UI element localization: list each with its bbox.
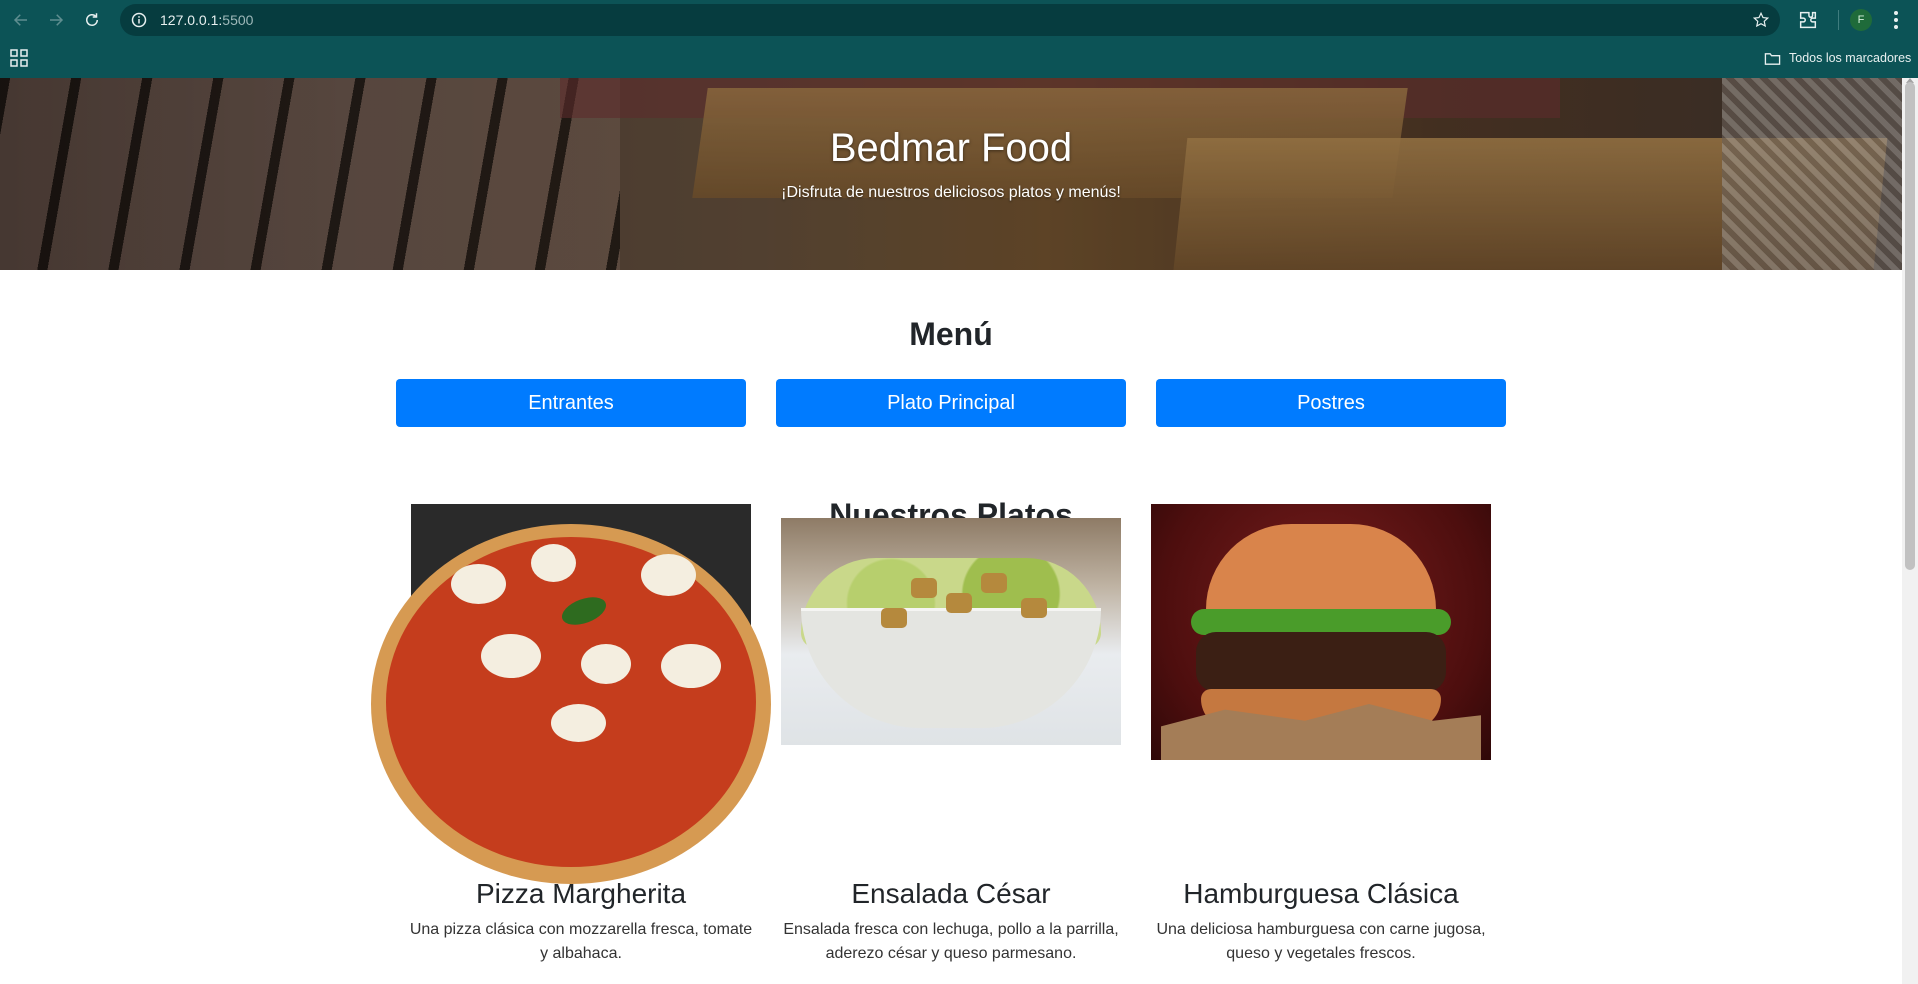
postres-button[interactable]: Postres	[1156, 379, 1506, 427]
back-button[interactable]	[9, 8, 33, 32]
kebab-menu-icon[interactable]	[1886, 9, 1906, 31]
page-viewport: Bedmar Food ¡Disfruta de nuestros delici…	[0, 78, 1918, 984]
bookmarks-bar: Todos los marcadores	[0, 40, 1918, 78]
url-text: 127.0.0.1:5500	[160, 12, 253, 28]
dish-name: Hamburguesa Clásica	[1183, 878, 1459, 909]
url-host: 127.0.0.1:	[160, 12, 223, 28]
salad-image	[781, 518, 1121, 745]
profile-avatar[interactable]: F	[1850, 9, 1872, 31]
dish-description: Ensalada fresca con lechuga, pollo a la …	[783, 921, 1119, 962]
dish-name: Ensalada César	[851, 878, 1051, 909]
reload-icon	[86, 13, 98, 26]
all-bookmarks-label: Todos los marcadores	[1789, 51, 1912, 65]
page-scrollbar[interactable]	[1902, 78, 1918, 984]
site-tagline: ¡Disfruta de nuestros deliciosos platos …	[781, 184, 1121, 201]
menu-heading: Menú	[909, 316, 993, 352]
scrollbar-thumb[interactable]	[1905, 82, 1915, 570]
address-bar[interactable]: 127.0.0.1:5500	[120, 4, 1780, 36]
site-title: Bedmar Food	[829, 126, 1073, 170]
forward-button[interactable]	[44, 8, 68, 32]
browser-chrome: 127.0.0.1:5500 F Todos los marcadores	[0, 0, 1918, 78]
forward-icon	[50, 14, 64, 26]
url-port: 5500	[222, 12, 254, 28]
back-icon	[13, 14, 27, 26]
dish-name: Pizza Margherita	[475, 878, 687, 909]
dish-description: Una deliciosa hamburguesa con carne jugo…	[1156, 921, 1486, 962]
dish-description: Una pizza clásica con mozzarella fresca,…	[409, 921, 753, 962]
folder-icon	[1764, 52, 1781, 65]
star-icon[interactable]	[1752, 11, 1770, 29]
plato-principal-button[interactable]: Plato Principal	[776, 379, 1126, 427]
pizza-image	[371, 504, 771, 884]
menu-category-buttons: Entrantes Plato Principal Postres	[396, 379, 1506, 427]
burger-image	[1151, 504, 1491, 760]
entrantes-button[interactable]: Entrantes	[396, 379, 746, 427]
extensions-icon[interactable]	[1797, 9, 1819, 31]
toolbar: 127.0.0.1:5500 F	[0, 0, 1918, 40]
toolbar-divider	[1838, 10, 1839, 30]
reload-button[interactable]	[80, 8, 104, 32]
hero-overlay	[0, 78, 1902, 270]
all-bookmarks-button[interactable]: Todos los marcadores	[1764, 48, 1911, 68]
hero-banner: Bedmar Food ¡Disfruta de nuestros delici…	[0, 78, 1902, 270]
site-info-icon[interactable]	[131, 12, 147, 28]
apps-icon[interactable]	[10, 49, 28, 67]
